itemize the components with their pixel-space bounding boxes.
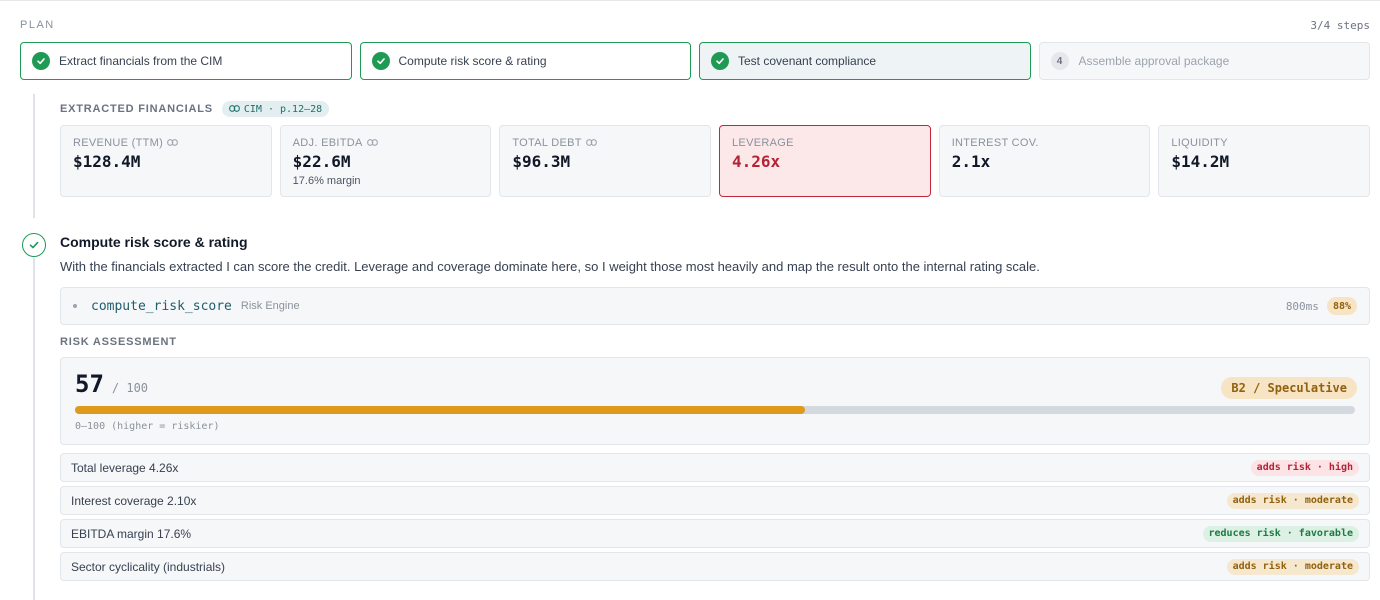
section-title: EXTRACTED FINANCIALS [60,103,213,115]
plan-step-4[interactable]: 4 Assemble approval package [1038,42,1370,80]
risk-score-bar-fill [75,406,805,414]
confidence-badge: 88% [1326,297,1357,315]
risk-assessment-card: 57 / 100 B2 / Speculative 0–100 (higher … [60,357,1370,445]
check-icon [371,52,390,70]
tool-name: compute_risk_score [91,298,232,314]
risk-score-max: / 100 [111,381,149,395]
step-number-badge: 4 [1050,52,1069,70]
plan-step-label: Test covenant compliance [738,54,877,68]
timeline-connector [33,94,35,218]
risk-factor-text: Sector cyclicality (industrials) [71,559,226,574]
check-icon [711,52,729,70]
risk-factor-row[interactable]: Interest coverage 2.10x adds risk · mode… [60,486,1370,515]
risk-factor-row[interactable]: EBITDA margin 17.6% reduces risk · favor… [60,519,1370,548]
risk-factor-row[interactable]: Sector cyclicality (industrials) adds ri… [60,552,1370,581]
check-icon [32,52,50,70]
financial-metrics: REVENUE (TTM) $128.4M ADJ. EBITDA $22.6M… [60,125,1371,197]
step-title: Compute risk score & rating [60,234,248,250]
risk-factor-tag: adds risk · high [1250,459,1359,476]
rating-badge: B2 / Speculative [1221,377,1357,399]
metric-card-adj-ebitda[interactable]: ADJ. EBITDA $22.6M 17.6% margin [279,125,492,197]
step-description: With the financials extracted I can scor… [60,259,1040,274]
risk-factor-tag: reduces risk · favorable [1202,525,1359,542]
metric-card-revenue[interactable]: REVENUE (TTM) $128.4M [60,125,272,197]
top-divider [0,0,1380,1]
section-title: RISK ASSESSMENT [60,336,177,348]
metric-label: LEVERAGE [732,137,794,149]
plan-step-3[interactable]: Test covenant compliance [699,42,1031,80]
bullet-icon [73,304,77,308]
metric-value: $96.3M [512,152,571,171]
timeline-connector [33,258,35,600]
risk-score-bar [75,406,1355,414]
source-chip[interactable]: CIM · p.12–28 [221,101,330,117]
plan-step-count: 3/4 steps [1310,19,1370,32]
risk-factor-text: Interest coverage 2.10x [71,493,197,508]
metric-value: $22.6M [292,152,351,171]
plan-step-label: Assemble approval package [1078,54,1230,68]
risk-factor-tag: adds risk · moderate [1226,558,1359,575]
plan-step-1[interactable]: Extract financials from the CIM [20,42,352,80]
link-icon [167,137,178,149]
metric-subtext: 17.6% margin [292,175,361,187]
metric-card-total-debt[interactable]: TOTAL DEBT $96.3M [499,125,712,197]
metric-value: $128.4M [73,152,141,171]
plan-step-2[interactable]: Compute risk score & rating [359,42,691,80]
plan-steps: Extract financials from the CIM Compute … [20,42,1370,80]
scale-note: 0–100 (higher = riskier) [75,421,220,432]
tool-duration: 800ms [1285,299,1319,313]
metric-label: INTEREST COV. [951,137,1039,149]
plan-step-label: Compute risk score & rating [398,54,547,68]
step-complete-icon [22,233,46,257]
risk-factor-text: Total leverage 4.26x [71,460,179,475]
metric-value: $14.2M [1171,152,1230,171]
metric-value: 2.1x [951,152,991,171]
tool-engine: Risk Engine [240,300,300,312]
risk-score: 57 / 100 [75,370,148,398]
metric-label: TOTAL DEBT [512,137,582,149]
link-icon [366,137,378,149]
extracted-financials-header: EXTRACTED FINANCIALS CIM · p.12–28 [60,101,330,117]
link-icon [585,137,597,149]
metric-label: LIQUIDITY [1171,137,1228,149]
metric-card-liquidity[interactable]: LIQUIDITY $14.2M [1158,125,1371,197]
plan-label: PLAN [20,19,55,31]
tool-call-row[interactable]: compute_risk_score Risk Engine 800ms 88% [60,287,1370,325]
link-icon [229,104,240,115]
risk-factor-tag: adds risk · moderate [1226,492,1359,509]
metric-card-interest-coverage[interactable]: INTEREST COV. 2.1x [938,125,1151,197]
plan-step-label: Extract financials from the CIM [59,54,223,68]
metric-label: ADJ. EBITDA [292,137,363,149]
metric-value: 4.26x [732,152,781,171]
metric-label: REVENUE (TTM) [73,137,164,149]
risk-factor-text: EBITDA margin 17.6% [71,526,192,541]
risk-score-value: 57 [75,370,104,398]
source-chip-label: CIM · p.12–28 [243,103,323,115]
metric-card-leverage[interactable]: LEVERAGE 4.26x [719,125,931,197]
risk-factor-row[interactable]: Total leverage 4.26x adds risk · high [60,453,1370,482]
risk-factors: Total leverage 4.26x adds risk · high In… [60,453,1370,585]
